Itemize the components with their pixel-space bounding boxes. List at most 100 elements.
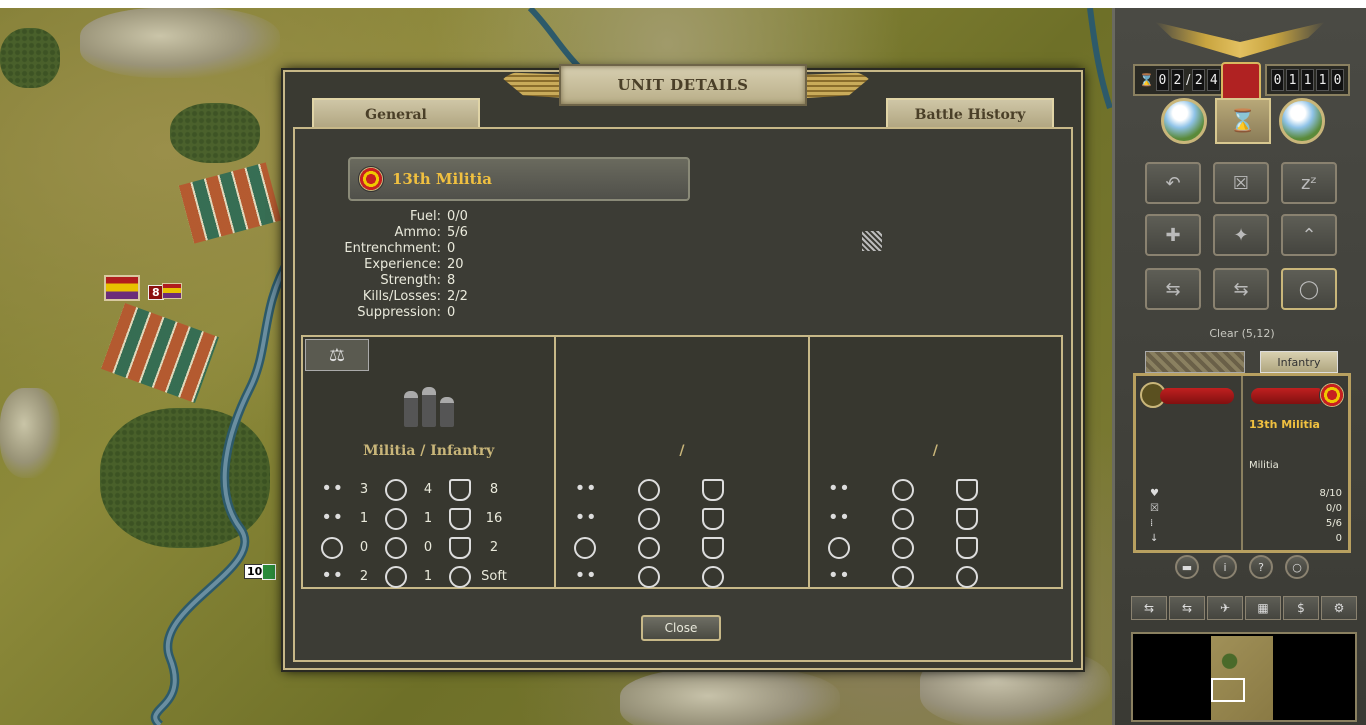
sleep-button[interactable]: zᶻ: [1281, 162, 1337, 204]
equipment-panel: /: [556, 335, 810, 591]
unit-type-label: Militia / Infantry: [363, 443, 495, 459]
undo-button[interactable]: ↶: [1145, 162, 1201, 204]
stat-value: 0: [359, 540, 369, 555]
embark-train-button[interactable]: ⇆: [1213, 268, 1269, 310]
purchase-unit-button[interactable]: ⇆: [1131, 596, 1167, 620]
card-strength: 8/10: [1319, 488, 1342, 499]
close-defense-icon: [449, 536, 471, 559]
embark-ship-button[interactable]: ⇆: [1145, 268, 1201, 310]
spain-flag-icon: [104, 275, 140, 301]
close-button[interactable]: Close: [641, 615, 721, 641]
prestige-button[interactable]: $: [1283, 596, 1319, 620]
close-defense-icon: [702, 536, 725, 559]
prestige-digit: 0: [1331, 69, 1344, 91]
info-button[interactable]: i: [1213, 555, 1237, 579]
air-defense-icon: [955, 507, 978, 530]
combat-stat-grid: [574, 475, 794, 591]
weather-clear-icon[interactable]: [1161, 98, 1207, 144]
spotting-icon: [574, 508, 596, 530]
fuel-icon: [828, 566, 850, 588]
stat-label: Ammo:: [394, 225, 441, 240]
hatch-icon: [862, 231, 882, 251]
ground-defense-icon: [449, 478, 471, 501]
turn-separator: /: [1185, 72, 1191, 88]
settings-gear-icon[interactable]: ⚙: [1321, 596, 1357, 620]
stat-label: Fuel:: [410, 209, 441, 224]
movement-icon: [574, 479, 596, 501]
equipment-panel: ⚖ Militia / Infantry 3 4 8 1 1 16 0 0 2 2 1 Soft: [301, 335, 557, 589]
ground-defense-icon: [955, 478, 978, 501]
stat-value: 2/2: [447, 289, 468, 304]
stat-row: Fuel: 0/0: [335, 209, 468, 225]
minimap[interactable]: [1131, 632, 1357, 722]
eagle-emblem-icon: [1155, 22, 1325, 58]
help-button[interactable]: ?: [1249, 555, 1273, 579]
naval-attack-icon: [891, 565, 914, 588]
stat-value: 2: [489, 540, 499, 555]
unit-tank-button[interactable]: ▬: [1175, 555, 1199, 579]
card-fuel: 0/0: [1325, 503, 1342, 514]
minimap-viewport[interactable]: [1211, 678, 1245, 702]
stat-value: 20: [447, 257, 464, 272]
end-turn-button[interactable]: ⌛: [1215, 98, 1271, 144]
stat-value: 8: [489, 482, 499, 497]
stat-label: Suppression:: [357, 305, 441, 320]
nation-roundel-icon: [1319, 382, 1345, 408]
spotting-icon: [828, 508, 850, 530]
reinforce-button[interactable]: ✚: [1145, 214, 1201, 256]
fuel-icon: [321, 566, 343, 588]
stat-label: Entrenchment:: [344, 241, 441, 256]
prestige-digit: 0: [1271, 69, 1284, 91]
stat-value: Soft: [481, 569, 507, 584]
tab-general[interactable]: General: [312, 98, 480, 130]
range-icon: [321, 536, 343, 559]
tab-battle-history[interactable]: Battle History: [886, 98, 1054, 130]
unit-name-plate: 13th Militia: [348, 157, 690, 201]
wing-ornament-icon: [807, 72, 877, 98]
machine-gun-icon[interactable]: ⚖: [305, 339, 369, 371]
wing-ornament-icon: [495, 72, 565, 98]
unit-type-label: /: [932, 443, 938, 459]
stat-value: 0: [447, 305, 456, 320]
unit-info-card: ♥ ☒ ⁞ ↓ 13th Militia Militia 8/10 0/0 5/6 0: [1133, 373, 1351, 553]
upgrade-button[interactable]: ⌃: [1281, 214, 1337, 256]
target-type-icon: [702, 565, 725, 588]
equipment-panel: /: [809, 335, 1063, 591]
hex-grid-button[interactable]: ▦: [1245, 596, 1281, 620]
tab-unit-camo[interactable]: [1145, 351, 1245, 373]
combat-stat-grid: [827, 475, 1048, 591]
disband-button[interactable]: ☒: [1213, 162, 1269, 204]
elite-reinforce-button[interactable]: ✦: [1213, 214, 1269, 256]
stat-label: Experience:: [364, 257, 441, 272]
chat-button[interactable]: ○: [1285, 555, 1309, 579]
air-mission-button[interactable]: ✈: [1207, 596, 1243, 620]
fuel-icon: [574, 566, 596, 588]
rank-bar-icon: [1160, 388, 1234, 404]
stat-row: Kills/Losses: 2/2: [335, 289, 468, 305]
spotting-icon: [321, 508, 343, 530]
stat-value: 0: [447, 241, 456, 256]
range-icon: [574, 536, 597, 559]
deploy-unit-button[interactable]: ⇆: [1169, 596, 1205, 620]
unit-type-label: /: [679, 443, 685, 459]
air-defense-icon: [702, 507, 725, 530]
nation-roundel-icon: [358, 166, 384, 192]
card-unit-class: Militia: [1249, 460, 1279, 471]
turn-digit: 2: [1170, 69, 1184, 91]
weather-forecast-icon[interactable]: [1279, 98, 1325, 144]
hard-attack-icon: [638, 507, 661, 530]
card-stat-icons: ♥ ☒ ⁞ ↓: [1150, 488, 1159, 544]
stat-value: 4: [423, 482, 433, 497]
spain-flag-icon: [162, 283, 182, 299]
prestige-counter: 0 1 1 1 0: [1265, 64, 1350, 96]
stat-value: 0: [423, 540, 433, 555]
stat-value: 8: [447, 273, 456, 288]
command-sidebar: ⌛ 0 2 / 2 4 0 1 1 1 0 ⌛ ↶ ☒ zᶻ ✚ ✦ ⌃ ⇆ ⇆…: [1112, 8, 1366, 725]
tab-unit-class[interactable]: Infantry: [1260, 351, 1338, 373]
rank-bar-icon: [1251, 388, 1325, 404]
mount-toggle-button[interactable]: ◯: [1281, 268, 1337, 310]
stat-value: 16: [485, 511, 503, 526]
air-attack-icon: [638, 536, 661, 559]
card-unit-name: 13th Militia: [1249, 418, 1320, 431]
infantry-sprite-icon: [389, 377, 469, 427]
